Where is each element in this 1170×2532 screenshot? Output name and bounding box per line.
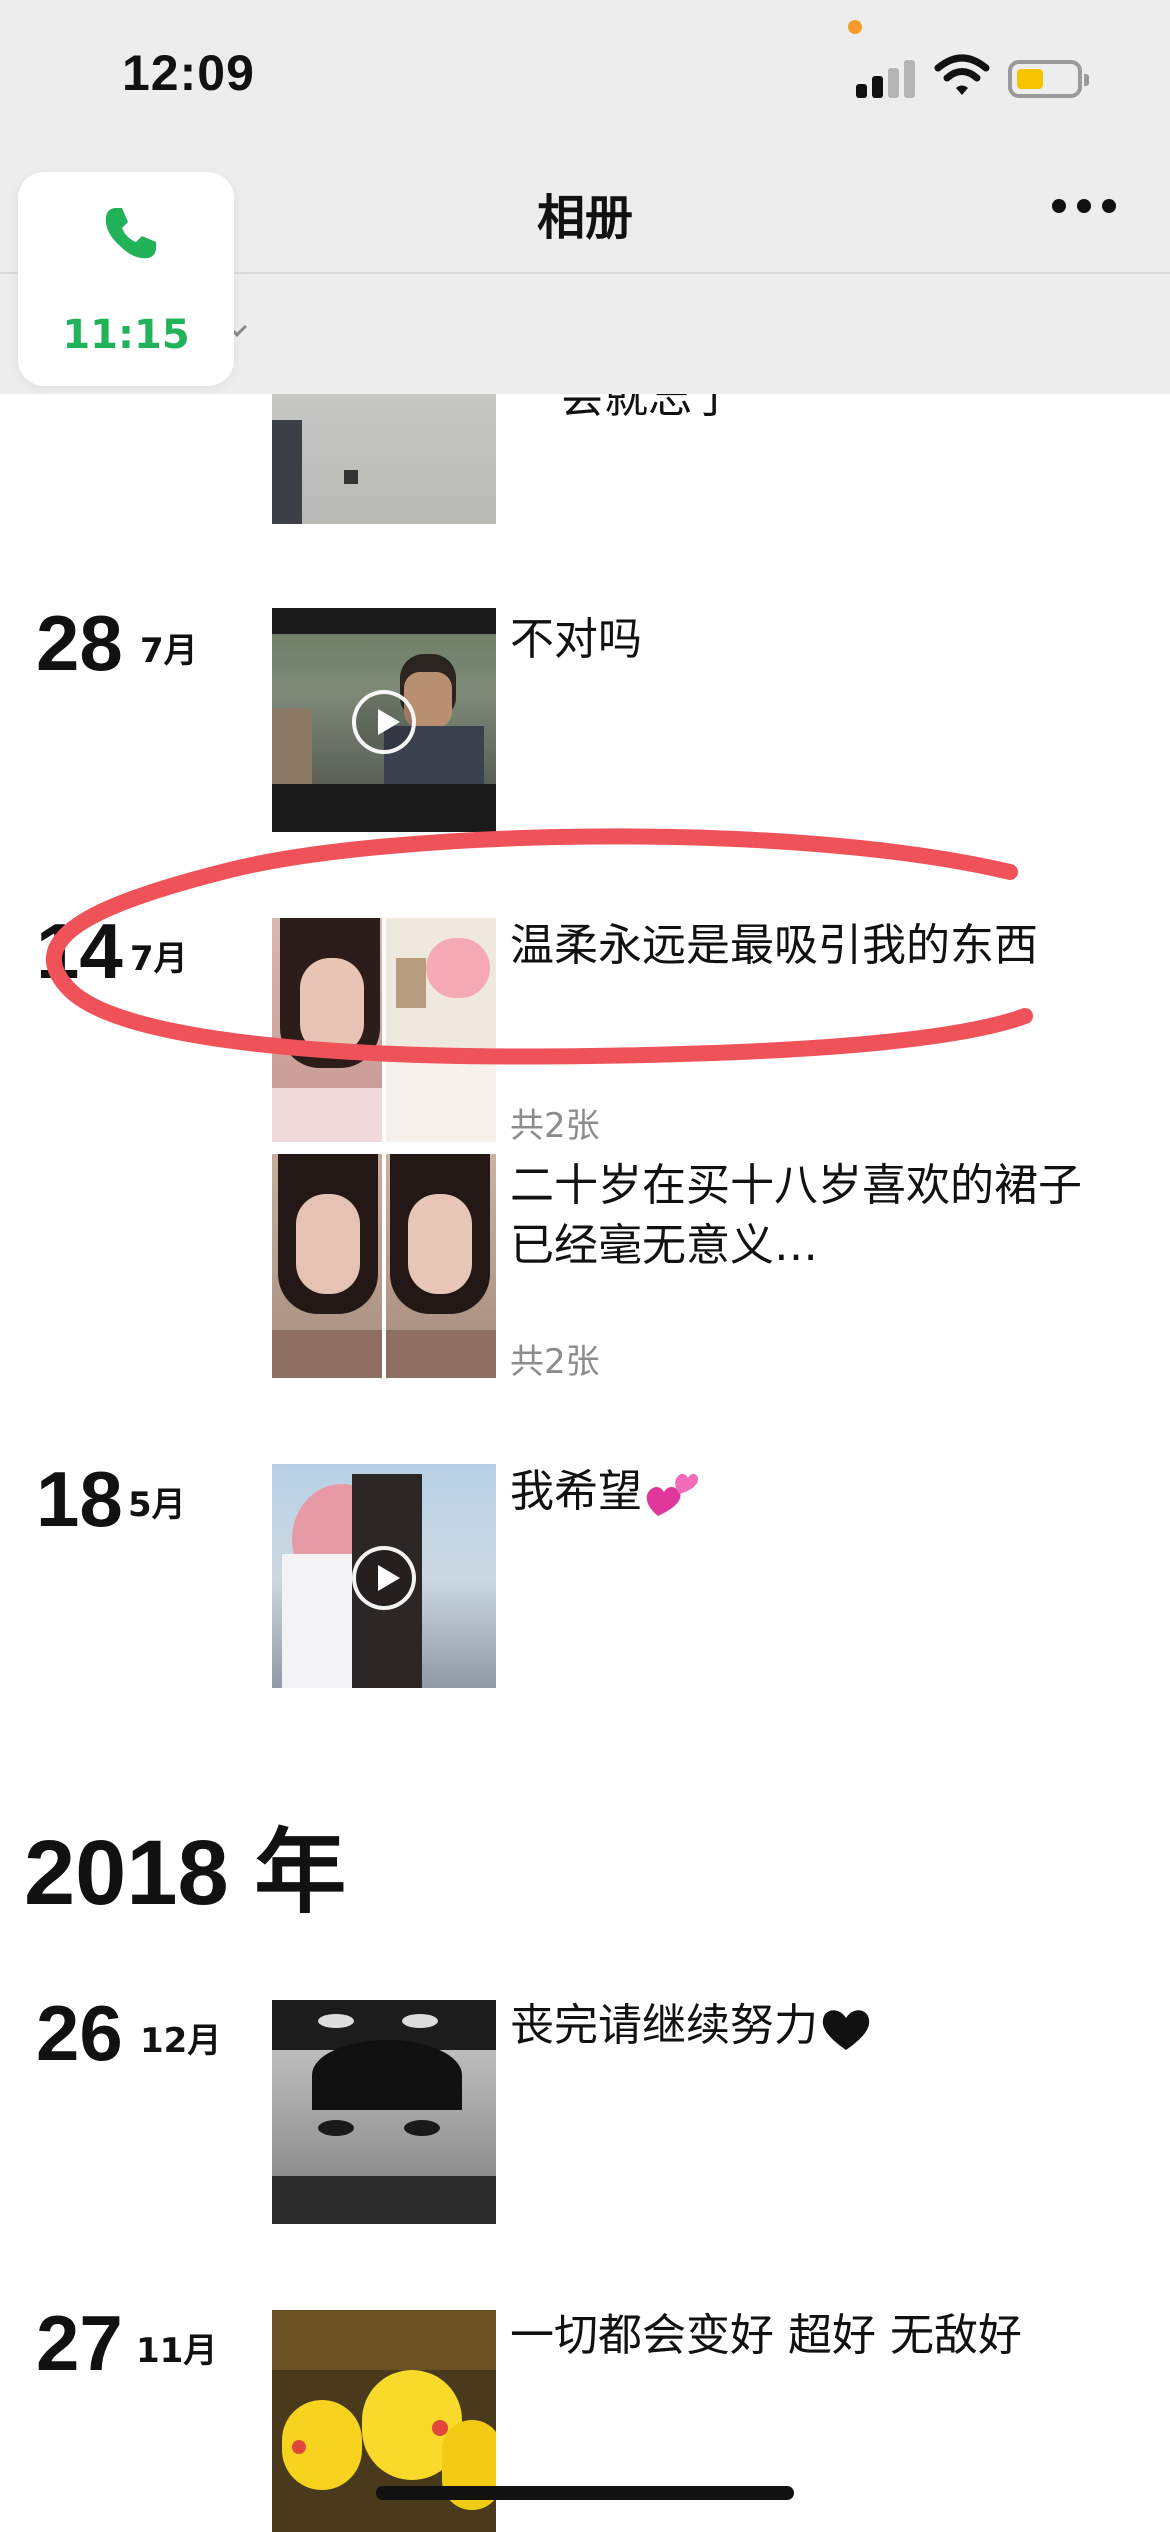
battery-icon bbox=[1008, 60, 1089, 98]
post-caption[interactable]: 丧完请继续努力 bbox=[510, 1996, 1110, 2056]
post-date-month: 11月 bbox=[136, 2331, 218, 2371]
signal-icon bbox=[856, 58, 916, 98]
more-icon bbox=[1052, 199, 1066, 213]
post-photos-thumbnail[interactable] bbox=[272, 1154, 496, 1378]
post-caption[interactable]: 我希望 bbox=[510, 1462, 1110, 1522]
post-caption[interactable]: 一切都会变好 超好 无敌好 bbox=[510, 2306, 1110, 2366]
wifi-icon bbox=[934, 54, 990, 95]
post-date-day: 26 bbox=[36, 1989, 123, 2077]
post-date-day: 28 bbox=[36, 599, 123, 687]
two-hearts-icon bbox=[646, 1473, 698, 1516]
photo-count: 共2张 bbox=[510, 1106, 600, 1146]
home-indicator[interactable] bbox=[376, 2486, 794, 2500]
more-button[interactable] bbox=[1052, 196, 1116, 216]
post-date-month: 7月 bbox=[130, 939, 188, 979]
post-caption[interactable]: 温柔永远是最吸引我的东西 bbox=[510, 916, 1110, 976]
play-icon[interactable] bbox=[352, 1546, 416, 1610]
post-video-thumbnail[interactable] bbox=[272, 1464, 496, 1688]
post-caption-text: 我希望 bbox=[510, 1466, 642, 1517]
call-duration: 11:15 bbox=[62, 312, 190, 358]
privacy-indicator-dot bbox=[848, 20, 862, 34]
black-heart-icon bbox=[822, 2010, 870, 2050]
photo-count: 共2张 bbox=[510, 1342, 600, 1382]
post-date-month: 12月 bbox=[140, 2021, 222, 2061]
play-icon[interactable] bbox=[352, 690, 416, 754]
phone-icon bbox=[105, 208, 156, 259]
ongoing-call-pill[interactable]: 11:15 bbox=[18, 172, 234, 386]
post-date-month: 7月 bbox=[140, 631, 198, 671]
post-caption[interactable]: 二十岁在买十八岁喜欢的裙子已经毫无意义… bbox=[510, 1156, 1110, 1276]
status-time: 12:09 bbox=[122, 45, 255, 101]
post-photo-thumbnail[interactable] bbox=[272, 2000, 496, 2224]
post-date-day: 14 bbox=[36, 907, 123, 995]
post-photos-thumbnail[interactable] bbox=[272, 918, 496, 1142]
post-video-thumbnail[interactable] bbox=[272, 608, 496, 832]
post-caption-text: 丧完请继续努力 bbox=[510, 2000, 818, 2051]
post-date-day: 27 bbox=[36, 2299, 123, 2387]
post-caption[interactable]: 不对吗 bbox=[510, 610, 1110, 670]
year-header: 2018 年 bbox=[24, 1822, 347, 1924]
post-date-month: 5月 bbox=[128, 1485, 186, 1525]
post-date-day: 18 bbox=[36, 1455, 123, 1543]
